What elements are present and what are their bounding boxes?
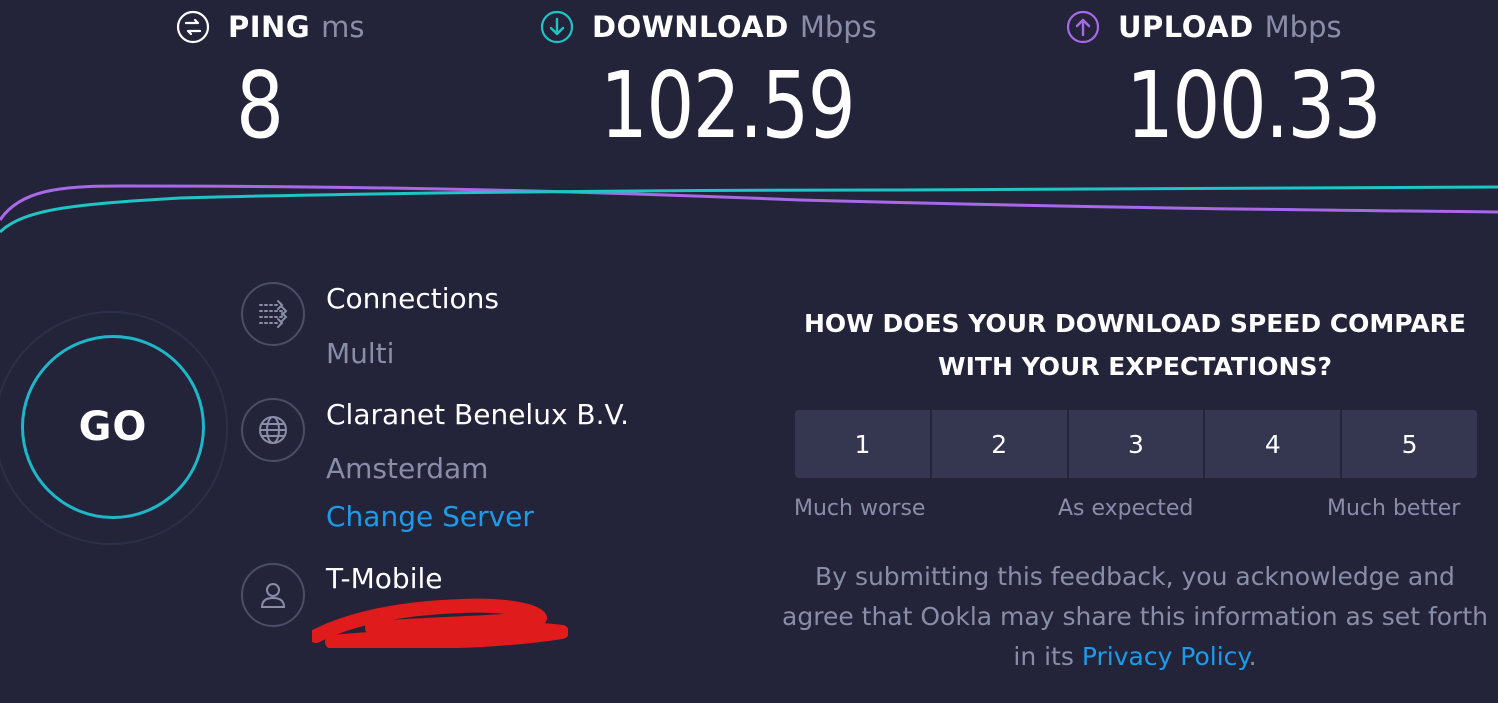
rating-button-4[interactable]: 4: [1205, 410, 1343, 478]
scale-label-mid: As expected: [1058, 496, 1194, 521]
user-icon: [241, 563, 305, 627]
rating-button-1[interactable]: 1: [795, 410, 932, 478]
redaction-scribble: [312, 598, 568, 648]
arrow-up-circle-icon: [1066, 10, 1100, 44]
ping-icon: [176, 10, 210, 44]
go-button[interactable]: GO: [21, 335, 205, 519]
arrow-down-circle-icon: [540, 10, 574, 44]
upload-label: UPLOAD: [1118, 10, 1254, 44]
server-name: Claranet Benelux B.V.: [326, 398, 629, 431]
ping-value: 8: [236, 52, 284, 159]
rating-bar: 1 2 3 4 5: [795, 410, 1477, 478]
download-label: DOWNLOAD: [592, 10, 789, 44]
connections-icon[interactable]: [241, 282, 305, 346]
scale-label-low: Much worse: [794, 496, 926, 521]
feedback-question: HOW DOES YOUR DOWNLOAD SPEED COMPARE WIT…: [803, 309, 1466, 381]
connections-value: Multi: [326, 337, 395, 370]
rating-button-2[interactable]: 2: [931, 410, 1069, 478]
download-header: DOWNLOAD Mbps: [540, 10, 877, 44]
feedback-disclaimer: By submitting this feedback, you acknowl…: [780, 557, 1490, 677]
server-location: Amsterdam: [326, 452, 489, 485]
ping-unit: ms: [321, 10, 365, 44]
globe-icon: [241, 398, 305, 462]
connections-title: Connections: [326, 282, 500, 315]
provider-name: T-Mobile: [326, 562, 443, 595]
disclaimer-period: .: [1248, 642, 1257, 671]
speed-graph: [0, 184, 1498, 234]
ping-header: PING ms: [176, 10, 364, 44]
rating-button-5[interactable]: 5: [1342, 410, 1477, 478]
scale-label-high: Much better: [1327, 496, 1461, 521]
change-server-link[interactable]: Change Server: [326, 500, 534, 533]
privacy-policy-link[interactable]: Privacy Policy: [1082, 642, 1249, 671]
upload-value: 100.33: [1126, 52, 1382, 159]
rating-button-3[interactable]: 3: [1068, 410, 1206, 478]
download-unit: Mbps: [799, 10, 877, 44]
ping-label: PING: [228, 10, 311, 44]
upload-unit: Mbps: [1264, 10, 1342, 44]
download-value: 102.59: [600, 52, 856, 159]
upload-header: UPLOAD Mbps: [1066, 10, 1342, 44]
